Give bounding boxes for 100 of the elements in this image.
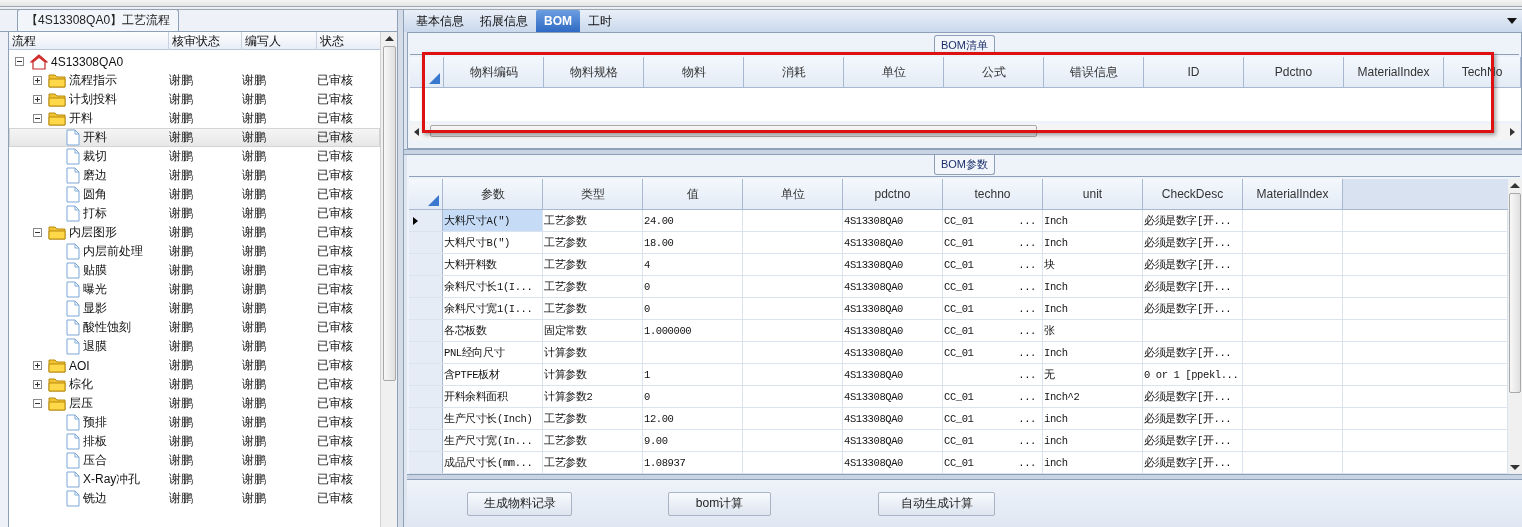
scrollbar-thumb[interactable] xyxy=(382,46,396,381)
dropdown-arrow-icon[interactable] xyxy=(1507,18,1517,24)
ellipsis-button[interactable]: ... xyxy=(1018,390,1042,403)
tree-item-label: 磨边 xyxy=(83,167,107,184)
column-header[interactable]: techno xyxy=(943,179,1043,209)
tree-row[interactable]: 棕化 谢鹏 谢鹏 已审核 xyxy=(9,375,381,394)
column-header[interactable]: 物料规格 xyxy=(544,57,644,87)
tree-item-label: 计划投料 xyxy=(69,91,117,108)
splitter-handle[interactable] xyxy=(404,149,1522,155)
expand-toggle[interactable] xyxy=(15,57,24,66)
ellipsis-button[interactable]: ... xyxy=(1018,214,1042,227)
column-header[interactable]: 公式 xyxy=(944,57,1044,87)
expand-toggle[interactable] xyxy=(33,361,42,370)
table-cell: 0 xyxy=(644,280,650,293)
column-header[interactable]: 值 xyxy=(643,179,743,209)
tree-row[interactable]: 酸性蚀刻 谢鹏 谢鹏 已审核 xyxy=(9,318,381,337)
splitter-handle[interactable] xyxy=(398,10,404,527)
tree-row[interactable]: 圆角 谢鹏 谢鹏 已审核 xyxy=(9,185,381,204)
folder-icon xyxy=(48,225,66,240)
table-cell: 生产尺寸长(Inch) xyxy=(443,408,543,429)
column-header[interactable]: 单位 xyxy=(844,57,944,87)
tab[interactable]: BOM xyxy=(536,10,580,32)
tab[interactable]: 拓展信息 xyxy=(472,10,536,32)
tree-row[interactable]: 显影 谢鹏 谢鹏 已审核 xyxy=(9,299,381,318)
expand-toggle[interactable] xyxy=(33,76,42,85)
tree-row[interactable]: 计划投料 谢鹏 谢鹏 已审核 xyxy=(9,90,381,109)
tree-row[interactable]: 打标 谢鹏 谢鹏 已审核 xyxy=(9,204,381,223)
ellipsis-button[interactable]: ... xyxy=(1018,412,1042,425)
table-cell: 谢鹏 xyxy=(242,186,266,203)
document-icon xyxy=(66,300,80,317)
column-header[interactable]: 编写人 xyxy=(242,32,317,50)
expand-toggle[interactable] xyxy=(33,95,42,104)
scrollbar-thumb[interactable] xyxy=(1509,193,1521,393)
tree-item-label: AOI xyxy=(69,358,90,373)
column-header[interactable]: 物料 xyxy=(644,57,744,87)
ellipsis-button[interactable]: ... xyxy=(1018,368,1042,381)
expand-toggle[interactable] xyxy=(33,399,42,408)
tree-row[interactable]: 内层前处理 谢鹏 谢鹏 已审核 xyxy=(9,242,381,261)
column-header[interactable]: 消耗 xyxy=(744,57,844,87)
ellipsis-button[interactable]: ... xyxy=(1018,456,1042,469)
table-cell: 必须是数字[开... xyxy=(1144,213,1232,228)
table-cell: 生产尺寸宽(In... xyxy=(443,430,543,451)
tree-row[interactable]: 磨边 谢鹏 谢鹏 已审核 xyxy=(9,166,381,185)
column-header[interactable]: Pdctno xyxy=(1244,57,1344,87)
table-cell: 各芯板数 xyxy=(443,320,543,341)
ellipsis-button[interactable]: ... xyxy=(1018,434,1042,447)
column-header[interactable]: 参数 xyxy=(443,179,543,209)
column-header[interactable]: pdctno xyxy=(843,179,943,209)
column-header[interactable]: CheckDesc xyxy=(1143,179,1243,209)
action-button[interactable]: 生成物料记录 xyxy=(467,491,572,516)
column-header[interactable]: 核审状态 xyxy=(169,32,242,50)
tree-row[interactable]: 退膜 谢鹏 谢鹏 已审核 xyxy=(9,337,381,356)
ellipsis-button[interactable]: ... xyxy=(1018,236,1042,249)
panel-tab[interactable]: 【4S13308QA0】工艺流程 xyxy=(17,9,180,31)
table-cell: 谢鹏 xyxy=(242,110,266,127)
tree-row[interactable]: 预排 谢鹏 谢鹏 已审核 xyxy=(9,413,381,432)
row-header[interactable] xyxy=(409,210,443,231)
table-cell: 谢鹏 xyxy=(169,148,193,165)
ellipsis-button[interactable]: ... xyxy=(1018,302,1042,315)
column-header[interactable]: 物料编码 xyxy=(444,57,544,87)
tree-item-label: 排板 xyxy=(83,433,107,450)
table-cell: 谢鹏 xyxy=(242,452,266,469)
ellipsis-button[interactable]: ... xyxy=(1018,346,1042,359)
tree-row[interactable]: 铣边 谢鹏 谢鹏 已审核 xyxy=(9,489,381,508)
tree-row[interactable]: 开料 谢鹏 谢鹏 已审核 xyxy=(9,109,381,128)
tree-row[interactable]: 4S13308QA0 xyxy=(9,52,381,71)
column-header[interactable]: unit xyxy=(1043,179,1143,209)
table-cell: 谢鹏 xyxy=(242,91,266,108)
ellipsis-button[interactable]: ... xyxy=(1018,258,1042,271)
column-header[interactable]: 单位 xyxy=(743,179,843,209)
expand-toggle[interactable] xyxy=(33,228,42,237)
column-header[interactable]: 流程 xyxy=(9,32,169,50)
expand-toggle[interactable] xyxy=(33,114,42,123)
tree-row[interactable]: 裁切 谢鹏 谢鹏 已审核 xyxy=(9,147,381,166)
action-button[interactable]: 自动生成计算 xyxy=(878,491,995,516)
tab[interactable]: 基本信息 xyxy=(408,10,472,32)
expand-toggle[interactable] xyxy=(33,380,42,389)
ellipsis-button[interactable]: ... xyxy=(1018,280,1042,293)
tree-row[interactable]: 层压 谢鹏 谢鹏 已审核 xyxy=(9,394,381,413)
column-header[interactable]: 错误信息 xyxy=(1044,57,1144,87)
tree-row[interactable]: 贴膜 谢鹏 谢鹏 已审核 xyxy=(9,261,381,280)
column-header[interactable]: 类型 xyxy=(543,179,643,209)
action-button[interactable]: bom计算 xyxy=(668,491,771,516)
column-header[interactable]: ID xyxy=(1144,57,1244,87)
tree-row[interactable]: 开料 谢鹏 谢鹏 已审核 xyxy=(9,128,381,147)
tree-row[interactable]: 压合 谢鹏 谢鹏 已审核 xyxy=(9,451,381,470)
table-cell: 已审核 xyxy=(317,110,353,127)
tree-row[interactable]: AOI 谢鹏 谢鹏 已审核 xyxy=(9,356,381,375)
table-cell: 谢鹏 xyxy=(169,300,193,317)
table-cell: Inch xyxy=(1044,236,1068,249)
tree-row[interactable]: 流程指示 谢鹏 谢鹏 已审核 xyxy=(9,71,381,90)
column-header[interactable]: MaterialIndex xyxy=(1344,57,1444,87)
tree-row[interactable]: 内层图形 谢鹏 谢鹏 已审核 xyxy=(9,223,381,242)
tab[interactable]: 工时 xyxy=(580,10,620,32)
splitter-handle[interactable] xyxy=(407,474,1522,480)
tree-row[interactable]: X-Ray冲孔 谢鹏 谢鹏 已审核 xyxy=(9,470,381,489)
tree-row[interactable]: 曝光 谢鹏 谢鹏 已审核 xyxy=(9,280,381,299)
tree-row[interactable]: 排板 谢鹏 谢鹏 已审核 xyxy=(9,432,381,451)
tree-item-label: X-Ray冲孔 xyxy=(83,471,141,488)
ellipsis-button[interactable]: ... xyxy=(1018,324,1042,337)
